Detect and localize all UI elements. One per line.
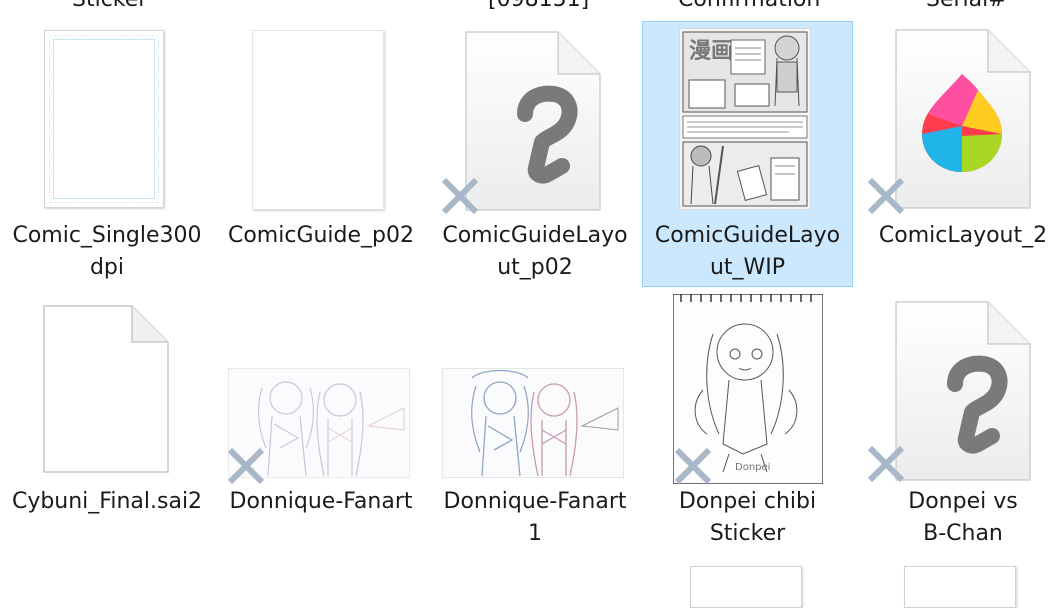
svg-text:漫画: 漫画 — [689, 39, 733, 64]
file-label: ComicGuideLayo ut_WIP — [654, 223, 841, 280]
file-label-prev-098151[interactable]: [098151] — [488, 0, 589, 16]
file-label-prev-confirmation[interactable]: Confirmation — [678, 0, 820, 16]
file-label: ComicGuide_p02 — [227, 223, 415, 248]
file-tile-comic-single300dpi[interactable]: Comic_Single300 dpi — [0, 22, 214, 286]
file-tile-comicguidelayout-p02[interactable]: ComicGuideLayo ut_p02 — [428, 22, 642, 286]
file-tile-comicguidelayout-wip[interactable]: 漫画 ComicGuideLayo ut_WIP — [642, 21, 853, 287]
file-label: Comic_Single300 dpi — [12, 223, 202, 280]
file-label: ComicLayout_2 — [878, 223, 1048, 248]
file-label-prev-sticker[interactable]: Sticker — [72, 0, 147, 16]
file-tile-donpei-chibi-sticker[interactable]: Donpei Donpei chibi Sticker — [643, 292, 852, 556]
blank-page-thumbnail — [252, 30, 384, 210]
file-tile-donnique-fanart[interactable]: Donnique-Fanart — [214, 292, 428, 556]
sketch-color-thumbnail — [442, 368, 624, 478]
manga-layout-thumbnail: 漫画 — [679, 28, 811, 210]
clip-studio-icon — [895, 301, 1031, 481]
svg-text:Donpei: Donpei — [735, 462, 770, 473]
file-tile-donpei-vs-b-chan[interactable]: Donpei vs B-Chan — [856, 292, 1056, 556]
generic-file-icon — [43, 305, 169, 473]
medibang-icon — [895, 29, 1031, 209]
clip-studio-icon — [465, 31, 601, 211]
file-label: Donnique-Fanart — [229, 489, 413, 514]
file-thumbnail-next-row[interactable] — [904, 566, 1016, 608]
file-tile-comicguide-p02[interactable]: ComicGuide_p02 — [214, 22, 428, 286]
file-label: Donnique-Fanart 1 — [443, 489, 627, 546]
file-tile-cybuni-final-sai2[interactable]: Cybuni_Final.sai2 — [0, 292, 214, 556]
file-label: Donpei chibi Sticker — [678, 489, 817, 546]
file-thumbnail-next-row[interactable] — [690, 566, 802, 608]
file-label: Donpei vs B-Chan — [908, 489, 1018, 546]
file-tile-comiclayout-2[interactable]: ComicLayout_2 — [856, 22, 1056, 286]
file-label: ComicGuideLayo ut_p02 — [442, 223, 628, 280]
file-tile-donnique-fanart-1[interactable]: Donnique-Fanart 1 — [428, 292, 642, 556]
offline-x-icon — [867, 445, 905, 483]
file-label-prev-serial[interactable]: Serial# — [926, 0, 1007, 16]
blank-page-with-guides-thumbnail — [44, 30, 164, 208]
offline-x-icon — [674, 447, 712, 485]
offline-x-icon — [441, 177, 479, 215]
offline-x-icon — [227, 447, 265, 485]
offline-x-icon — [867, 177, 905, 215]
file-label: Cybuni_Final.sai2 — [11, 489, 203, 514]
